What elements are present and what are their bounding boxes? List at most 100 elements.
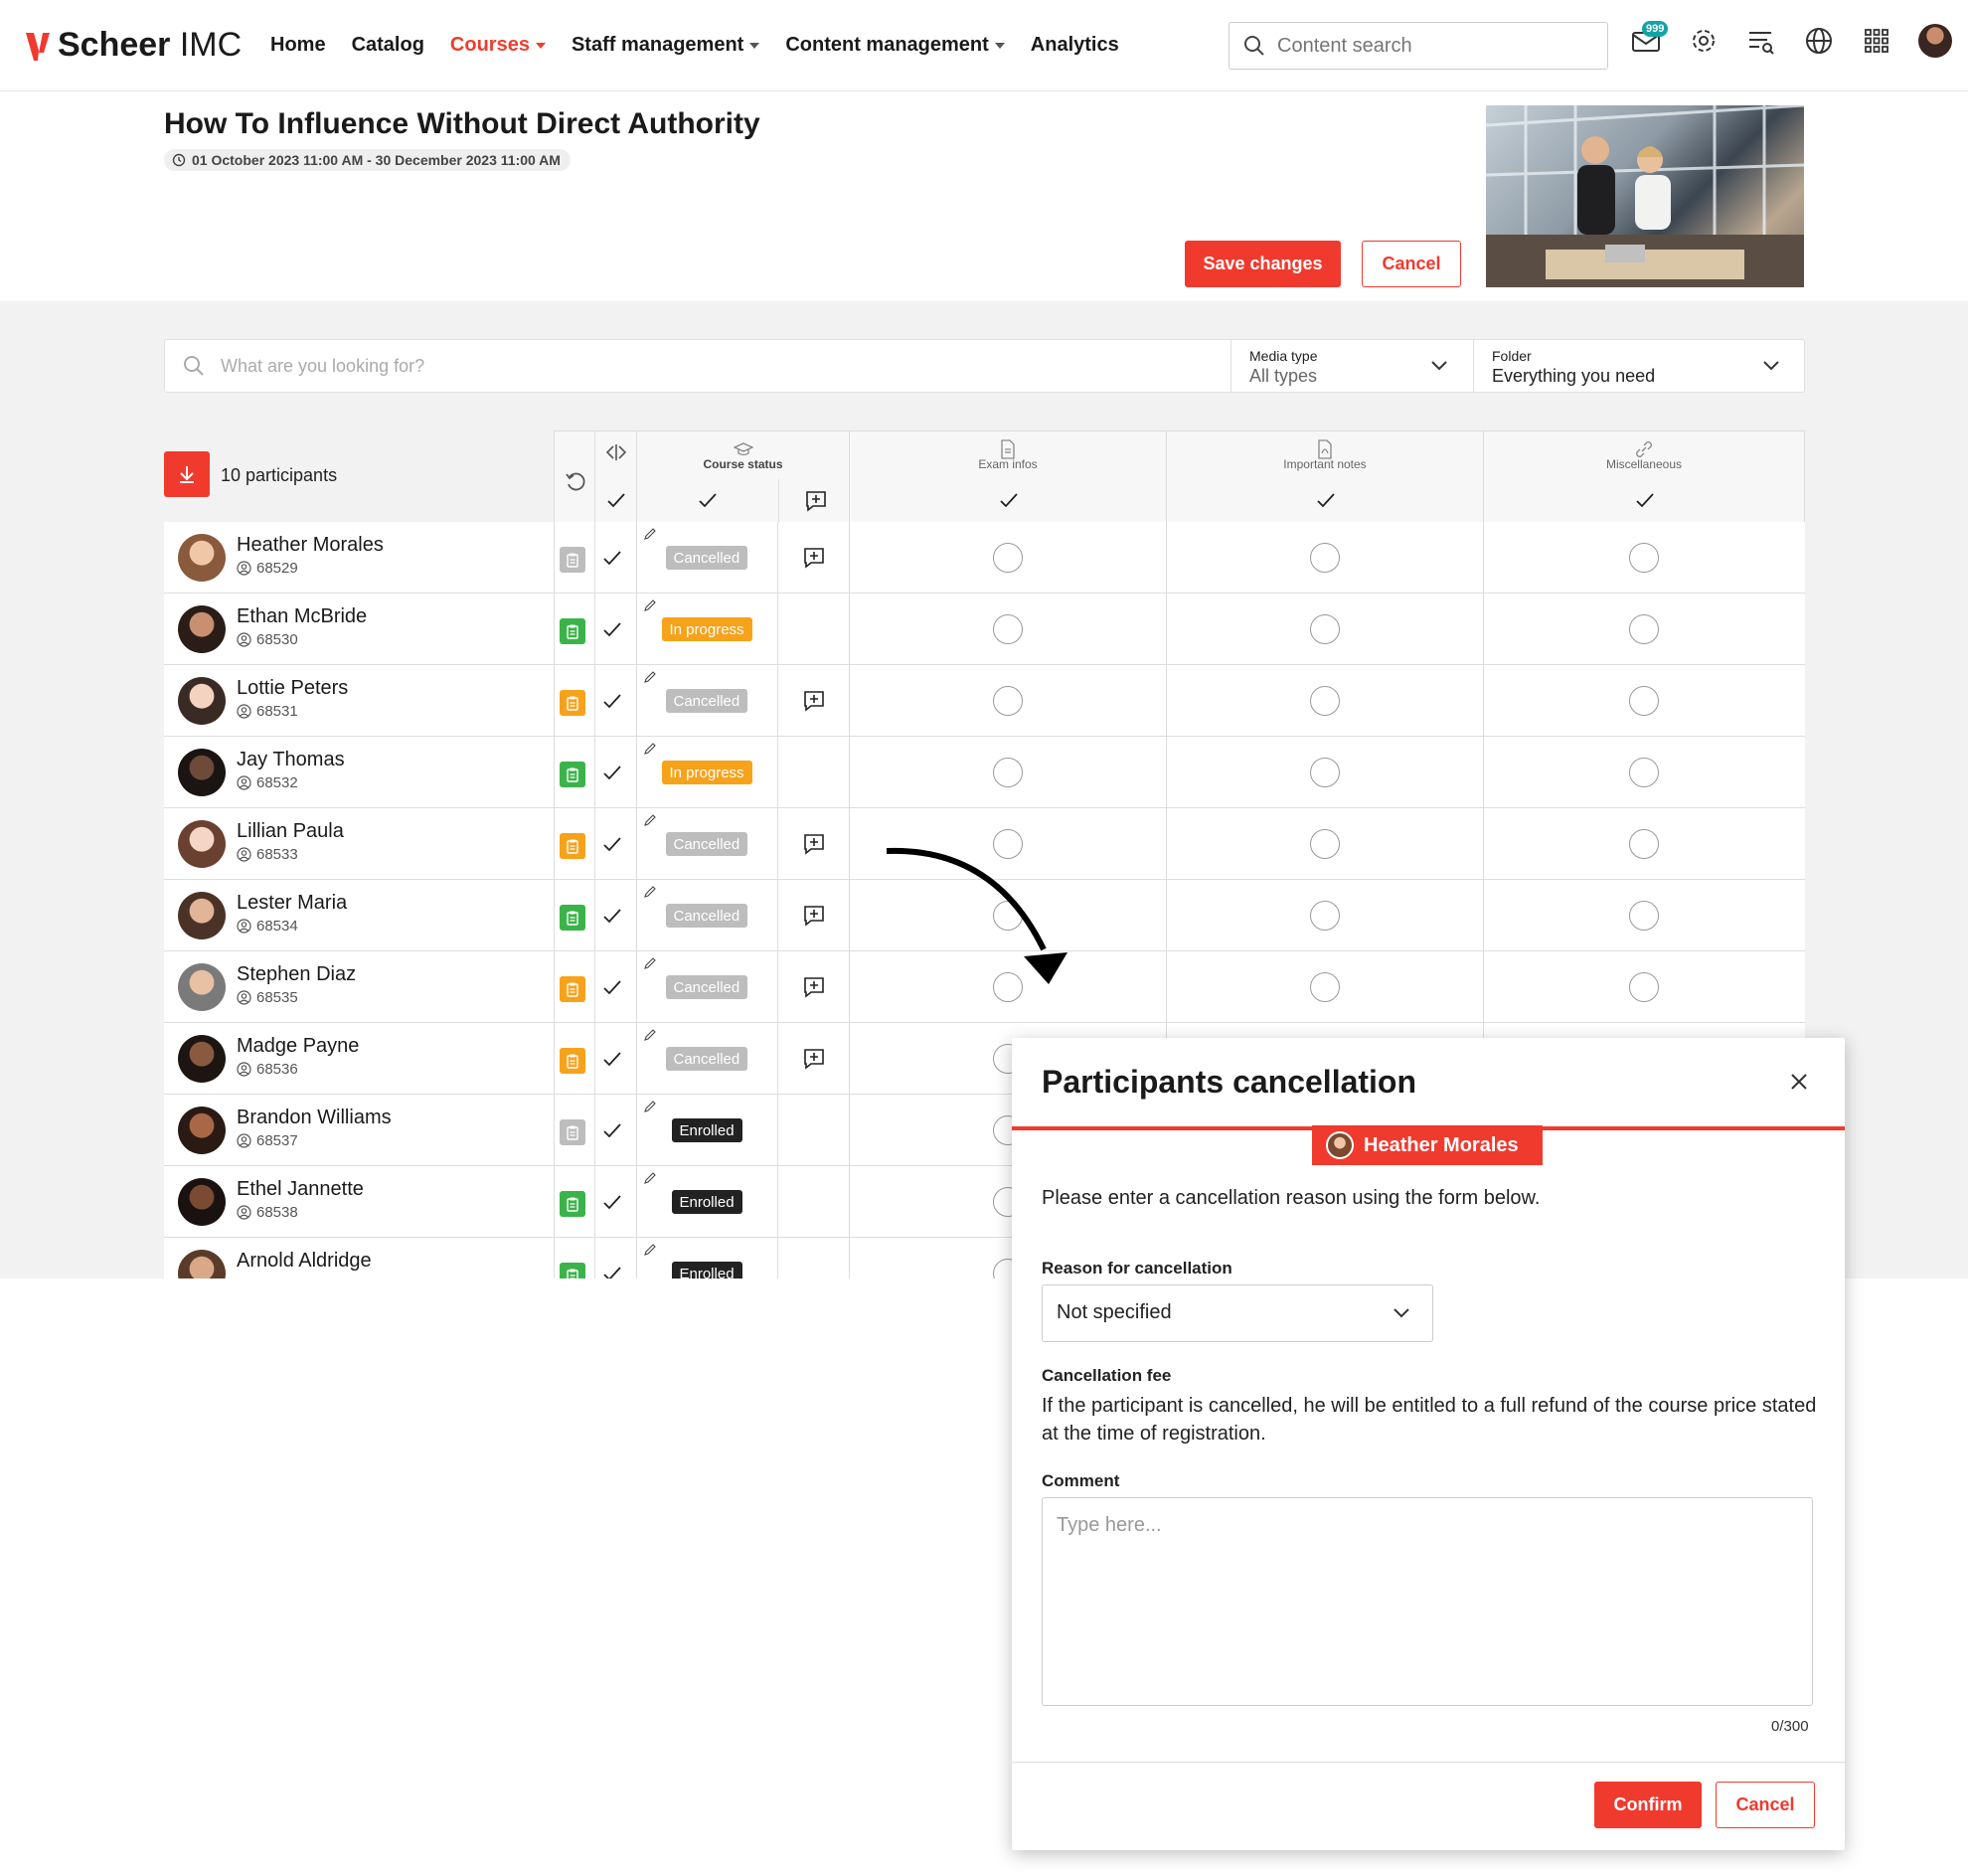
course-status-badge[interactable]: Cancelled [665,546,748,570]
comment-textarea[interactable]: Type here... [1042,1497,1813,1706]
list-search-icon[interactable] [1745,25,1777,57]
nav-courses[interactable]: Courses [450,34,546,57]
check-all-icon[interactable] [697,489,719,511]
pencil-icon[interactable] [643,813,657,827]
clipboard-icon[interactable] [560,833,585,859]
download-button[interactable] [164,451,210,497]
check-icon[interactable] [601,690,623,712]
clipboard-icon[interactable] [560,1263,585,1279]
content-search-input[interactable] [1277,34,1575,58]
miscellaneous-radio[interactable] [1629,829,1659,859]
exam-infos-radio[interactable] [993,543,1023,573]
apps-grid-icon[interactable] [1861,25,1892,57]
pencil-icon[interactable] [643,670,657,684]
add-comment-icon[interactable] [802,832,826,856]
add-comment-icon[interactable] [802,1047,826,1071]
content-search-box[interactable] [1229,22,1608,70]
clipboard-icon[interactable] [560,618,585,644]
participant-name[interactable]: Brandon Williams [237,1107,392,1129]
course-status-badge[interactable]: Enrolled [671,1262,742,1279]
pencil-icon[interactable] [643,742,657,756]
miscellaneous-radio[interactable] [1629,972,1659,1002]
miscellaneous-radio[interactable] [1629,543,1659,573]
confirm-button[interactable]: Confirm [1594,1782,1702,1828]
course-status-badge[interactable]: Cancelled [665,904,748,928]
header-cancel-button[interactable]: Cancel [1362,241,1461,287]
pencil-icon[interactable] [643,1100,657,1113]
clipboard-icon[interactable] [560,976,585,1002]
participant-name[interactable]: Jay Thomas [237,749,345,771]
miscellaneous-radio[interactable] [1629,901,1659,931]
check-icon[interactable] [601,976,623,998]
clipboard-icon[interactable] [560,690,585,716]
nav-analytics[interactable]: Analytics [1031,34,1119,57]
check-icon[interactable] [601,1119,623,1141]
clipboard-icon[interactable] [560,1048,585,1074]
check-all-icon[interactable] [998,489,1020,511]
folder-select[interactable]: Folder Everything you need [1473,340,1805,392]
course-status-badge[interactable]: Cancelled [665,832,748,856]
participant-name[interactable]: Stephen Diaz [237,963,356,986]
important-notes-radio[interactable] [1310,829,1340,859]
check-all-icon[interactable] [1315,489,1337,511]
add-comment-icon[interactable] [802,904,826,928]
pencil-icon[interactable] [643,1171,657,1185]
participant-name[interactable]: Ethel Jannette [237,1178,364,1201]
clipboard-icon[interactable] [560,1119,585,1145]
settings-gear-icon[interactable] [1688,25,1720,57]
reason-select[interactable]: Not specified [1042,1284,1433,1342]
nav-content-management[interactable]: Content management [785,34,1005,57]
add-comment-icon[interactable] [802,975,826,999]
check-icon[interactable] [601,547,623,569]
check-all-icon[interactable] [1634,489,1656,511]
pencil-icon[interactable] [643,885,657,899]
participant-name[interactable]: Madge Payne [237,1035,359,1058]
participant-name[interactable]: Arnold Aldridge [237,1250,372,1273]
course-status-badge[interactable]: Enrolled [671,1118,742,1142]
check-icon[interactable] [601,833,623,855]
pencil-icon[interactable] [643,1028,657,1042]
close-icon[interactable] [1787,1070,1811,1094]
check-icon[interactable] [601,905,623,927]
check-icon[interactable] [601,618,623,640]
nav-home[interactable]: Home [270,34,326,57]
globe-icon[interactable] [1803,25,1835,57]
nav-catalog[interactable]: Catalog [352,34,424,57]
course-status-badge[interactable]: Cancelled [665,689,748,713]
exam-infos-radio[interactable] [993,614,1023,644]
important-notes-radio[interactable] [1310,972,1340,1002]
clipboard-icon[interactable] [560,547,585,573]
add-comment-icon[interactable] [804,489,828,513]
save-changes-button[interactable]: Save changes [1185,241,1341,287]
participant-name[interactable]: Heather Morales [237,534,384,557]
check-icon[interactable] [601,762,623,783]
exam-infos-radio[interactable] [993,686,1023,716]
logo[interactable]: Scheer IMC [26,26,242,65]
user-avatar[interactable] [1918,24,1952,58]
important-notes-radio[interactable] [1310,686,1340,716]
media-type-select[interactable]: Media type All types [1230,340,1473,392]
participant-name[interactable]: Lester Maria [237,892,347,915]
course-status-badge[interactable]: In progress [661,617,752,641]
clipboard-icon[interactable] [560,1191,585,1217]
check-icon[interactable] [601,1263,623,1279]
participant-name[interactable]: Lillian Paula [237,820,344,843]
important-notes-radio[interactable] [1310,614,1340,644]
pencil-icon[interactable] [643,527,657,541]
course-status-badge[interactable]: Cancelled [665,1047,748,1071]
important-notes-radio[interactable] [1310,758,1340,787]
miscellaneous-radio[interactable] [1629,758,1659,787]
important-notes-radio[interactable] [1310,901,1340,931]
mail-icon[interactable]: 999 [1630,21,1669,57]
clipboard-icon[interactable] [560,905,585,931]
check-icon[interactable] [601,1191,623,1213]
pencil-icon[interactable] [643,598,657,612]
check-icon[interactable] [601,1048,623,1070]
undo-icon[interactable] [564,469,587,493]
important-notes-radio[interactable] [1310,543,1340,573]
pencil-icon[interactable] [643,956,657,970]
clipboard-icon[interactable] [560,762,585,787]
course-status-badge[interactable]: Enrolled [671,1190,742,1214]
check-all-icon[interactable] [605,489,627,511]
nav-staff-management[interactable]: Staff management [572,34,760,57]
